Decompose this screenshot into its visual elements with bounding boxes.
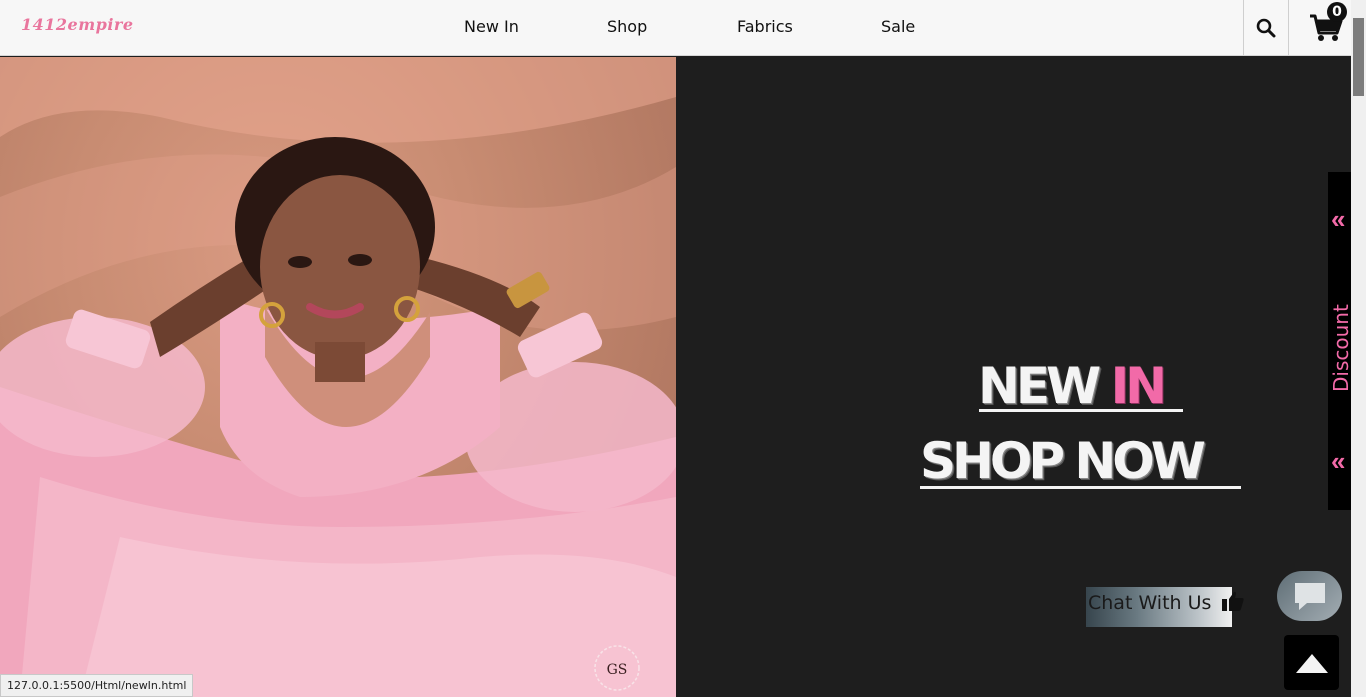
cart-count-badge: 0 <box>1327 2 1347 22</box>
chat-with-us-label: Chat With Us <box>1088 592 1212 614</box>
nav-link-new-in[interactable]: New In <box>464 17 519 36</box>
chat-bubble-icon <box>1294 583 1325 610</box>
heading-underline <box>979 409 1183 412</box>
photo-watermark: GS <box>607 662 628 678</box>
discount-label: Discount <box>1329 304 1353 392</box>
hero-photo-illustration: GS <box>0 57 676 697</box>
nav-link-sale[interactable]: Sale <box>881 17 915 36</box>
nav-link-shop[interactable]: Shop <box>607 17 647 36</box>
vertical-scrollbar[interactable] <box>1351 0 1366 697</box>
hero-heading-new: NEW <box>978 357 1101 415</box>
chevron-left-icon: « <box>1331 446 1346 476</box>
caret-up-icon <box>1295 653 1328 673</box>
chat-bubble-button[interactable] <box>1277 571 1342 621</box>
hero-heading-new-in[interactable]: NEW IN <box>978 357 1167 415</box>
site-logo[interactable]: 1412empire <box>21 15 134 34</box>
thumbs-up-icon <box>1222 591 1245 611</box>
hero-heading-in: IN <box>1110 357 1167 415</box>
site-header: 1412empire New In Shop Fabrics Sale 0 <box>0 0 1351 56</box>
search-button[interactable] <box>1243 0 1289 55</box>
nav-link-fabrics[interactable]: Fabrics <box>737 17 793 36</box>
scrollbar-thumb[interactable] <box>1353 18 1364 96</box>
chat-with-us-button[interactable]: Chat With Us <box>1086 587 1245 627</box>
chevron-left-icon: « <box>1331 204 1346 234</box>
search-icon <box>1256 18 1276 37</box>
page: 1412empire New In Shop Fabrics Sale 0 GS… <box>0 0 1366 697</box>
shop-now-underline <box>920 486 1241 489</box>
shop-now-link[interactable]: SHOP NOW <box>920 433 1206 489</box>
cart-button[interactable]: 0 <box>1300 0 1351 55</box>
status-bar-url: 127.0.0.1:5500/Html/newIn.html <box>0 674 194 697</box>
hero-image: GS <box>0 57 676 697</box>
back-to-top-button[interactable] <box>1284 635 1339 690</box>
